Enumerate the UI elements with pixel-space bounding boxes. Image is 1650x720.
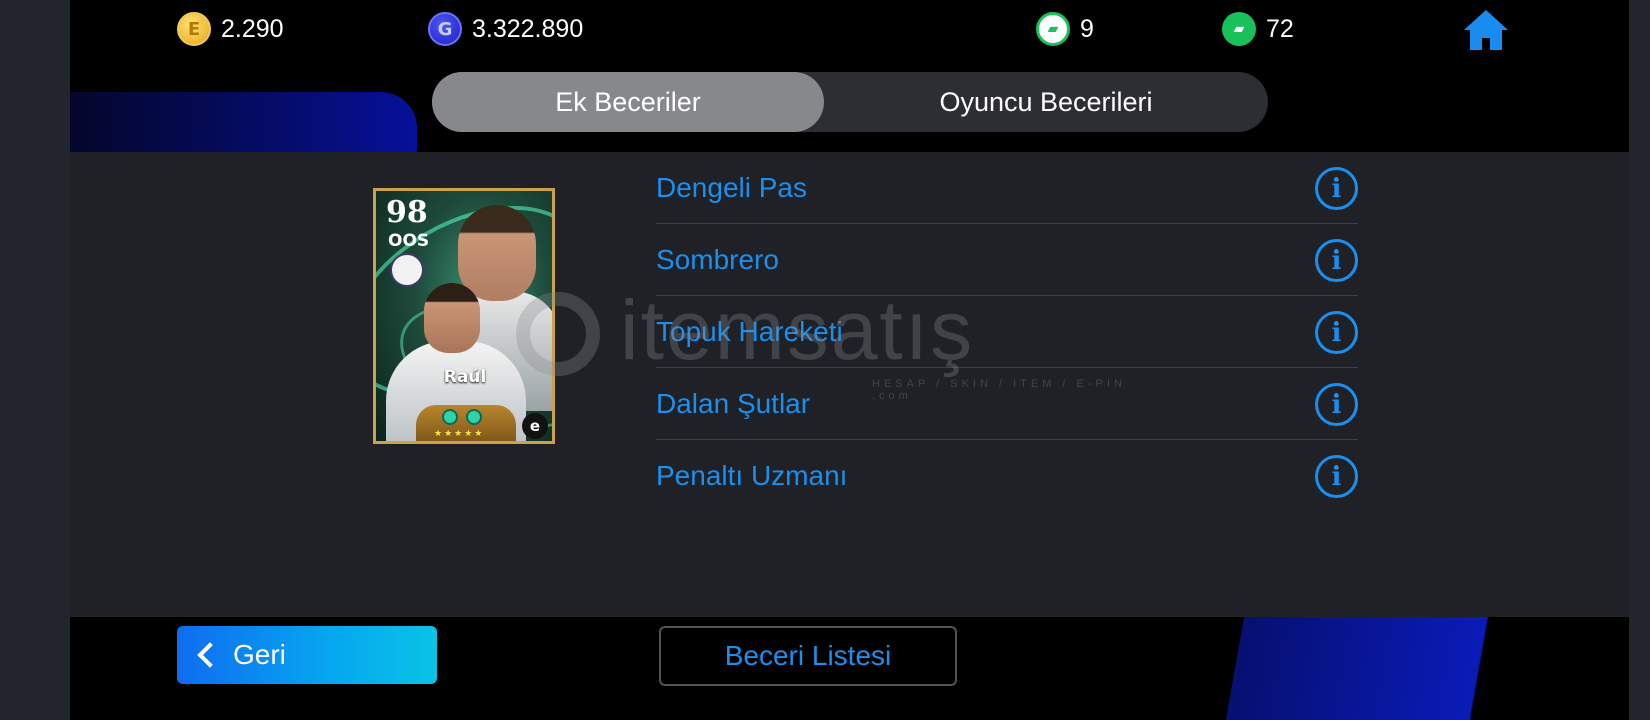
skill-row[interactable]: Dalan Şutlar i: [656, 368, 1358, 440]
boost-icon: [442, 409, 458, 425]
back-button[interactable]: Geri: [177, 626, 437, 684]
coin-value: 2.290: [221, 14, 284, 43]
boot-filled-icon: ▰: [1222, 12, 1256, 46]
back-button-label: Geri: [233, 639, 286, 670]
game-screen: E 2.290 G 3.322.890 ▰ 9 ▰ 72 Ek Becerile…: [70, 0, 1629, 720]
efootball-logo-icon: e: [522, 413, 548, 439]
footer-decoration: [1140, 617, 1629, 720]
player-card[interactable]: 98 OOS Raúl ★★★★★ e: [373, 188, 555, 444]
info-icon[interactable]: i: [1315, 311, 1358, 354]
skill-row[interactable]: Penaltı Uzmanı i: [656, 440, 1358, 512]
player-portrait: [458, 205, 536, 301]
player-name: Raúl: [443, 367, 487, 387]
tab-oyuncu-becerileri[interactable]: Oyuncu Becerileri: [824, 72, 1268, 132]
top-bar: E 2.290 G 3.322.890 ▰ 9 ▰ 72 Ek Becerile…: [70, 0, 1629, 152]
boost-icon: [466, 409, 482, 425]
skill-name: Dengeli Pas: [656, 171, 807, 203]
skill-name: Penaltı Uzmanı: [656, 460, 848, 491]
gp-counter: G 3.322.890: [428, 12, 583, 46]
info-icon[interactable]: i: [1315, 383, 1358, 426]
skill-name: Dalan Şutlar: [656, 387, 811, 419]
skill-list-button[interactable]: Beceri Listesi: [659, 626, 957, 686]
skill-name: Sombrero: [656, 243, 779, 275]
skill-row[interactable]: Dengeli Pas i: [656, 152, 1358, 224]
tab-bar: Ek Beceriler Oyuncu Becerileri: [432, 72, 1268, 132]
gp-icon: G: [428, 12, 462, 46]
chevron-left-icon: [197, 642, 223, 668]
boot-filled-counter: ▰ 72: [1222, 12, 1294, 46]
skill-row[interactable]: Sombrero i: [656, 224, 1358, 296]
tab-ek-beceriler[interactable]: Ek Beceriler: [432, 72, 824, 132]
boot-outline-value: 9: [1080, 14, 1094, 43]
skill-list: Dengeli Pas i Sombrero i Topuk Hareketi …: [656, 152, 1358, 512]
skills-panel: 98 OOS Raúl ★★★★★ e Dengeli Pas i Sombre…: [70, 152, 1629, 617]
gp-value: 3.322.890: [472, 14, 584, 43]
club-crest-icon: [390, 253, 424, 287]
player-position: OOS: [388, 231, 430, 251]
player-portrait: [424, 283, 480, 353]
coin-icon: E: [177, 12, 211, 46]
boot-outline-counter: ▰ 9: [1036, 12, 1094, 46]
coin-counter: E 2.290: [177, 12, 284, 46]
info-icon[interactable]: i: [1315, 167, 1358, 210]
boot-filled-value: 72: [1266, 14, 1294, 43]
info-icon[interactable]: i: [1315, 455, 1358, 498]
header-decoration: [70, 92, 417, 152]
boot-outline-icon: ▰: [1036, 12, 1070, 46]
info-icon[interactable]: i: [1315, 239, 1358, 282]
card-stars: ★★★★★: [434, 429, 485, 439]
skill-name: Topuk Hareketi: [656, 315, 843, 347]
home-icon[interactable]: [1462, 8, 1510, 52]
right-letterbox: [1629, 0, 1650, 720]
player-rating: 98: [386, 195, 428, 230]
left-letterbox: [0, 0, 70, 720]
skill-row[interactable]: Topuk Hareketi i: [656, 296, 1358, 368]
